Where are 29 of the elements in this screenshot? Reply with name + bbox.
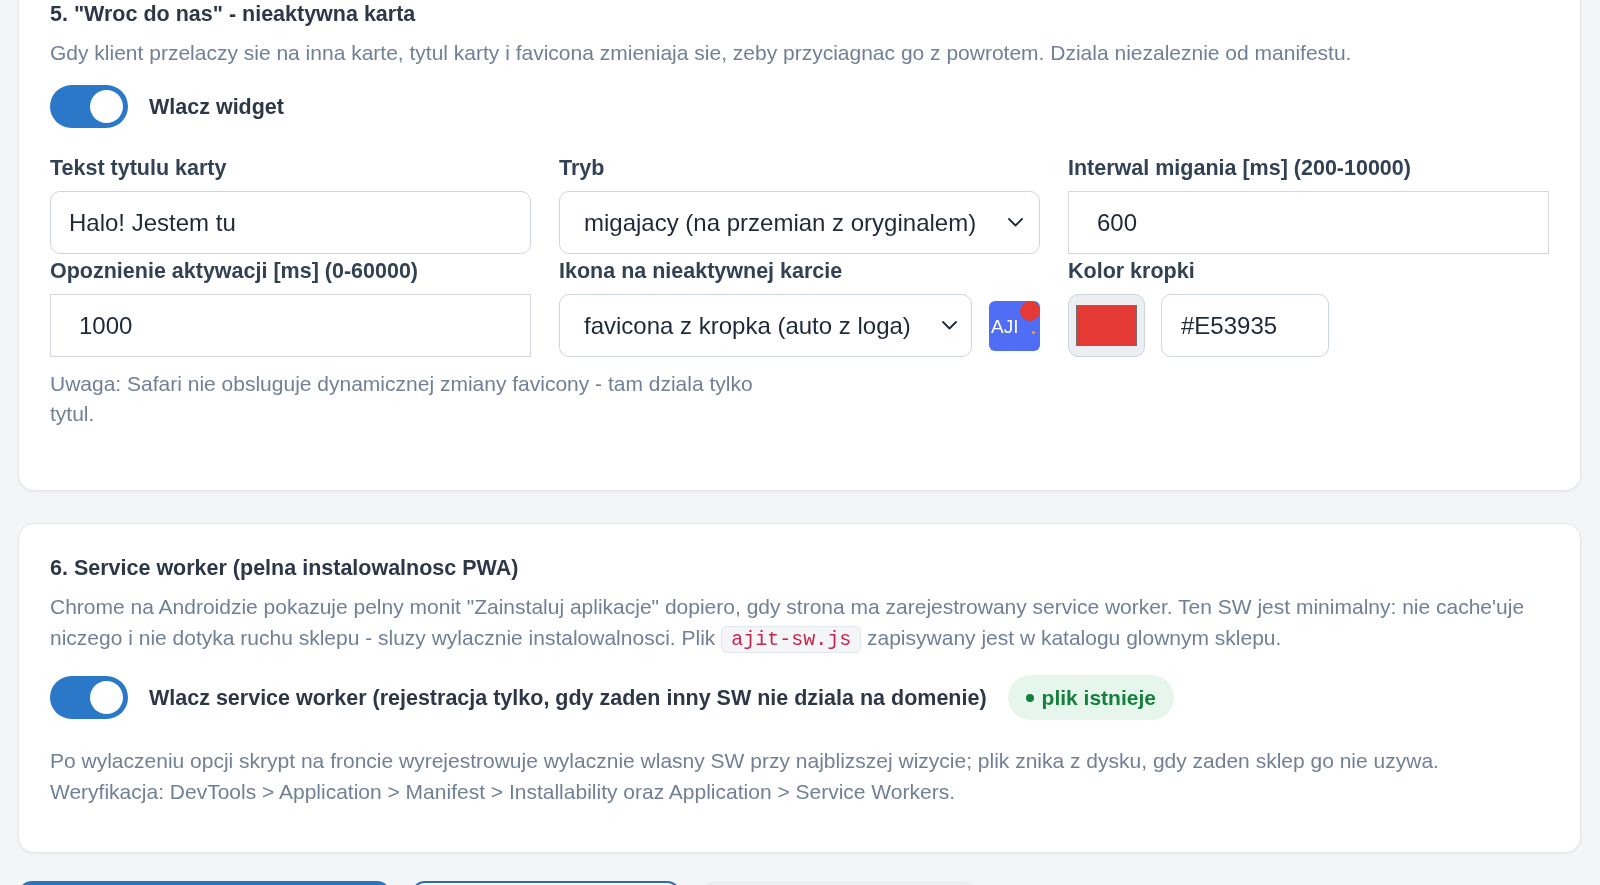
number-input-field[interactable]: 600 (1068, 191, 1549, 254)
select-dropdown[interactable]: migajacy (na przemian z oryginalem) (559, 191, 1040, 254)
badge-label: plik istnieje (1041, 684, 1156, 711)
toggle-label: Wlacz service worker (rejestracja tylko, gdy zaden inny SW nie dziala na domenie) (149, 684, 987, 712)
field-label: Ikona na nieaktywnej karcie (559, 258, 844, 285)
toggle-switch[interactable] (50, 676, 128, 719)
code-snippet: ajit-sw.js (721, 626, 862, 653)
section-title: 6. Service worker (pelna instalowalnosc PWA) (50, 555, 520, 582)
field-label: Interwal migania [ms] (200-10000) (1068, 155, 1412, 182)
text-input-field[interactable]: Halo! Jestem tu (50, 191, 531, 254)
color-swatch-icon (1076, 305, 1137, 346)
toggle-switch[interactable] (50, 85, 128, 128)
chevron-down-icon (942, 321, 957, 330)
chevron-down-icon (1008, 218, 1023, 227)
section-title: 5. "Wroc do nas" - nieaktywna karta (50, 1, 417, 28)
favicon-preview: AJI (989, 300, 1040, 351)
note-text: Po wylaczeniu opcji skrypt na froncie wyrejestrowuje wylacznie wlasny SW przy najblizszej wizycie; plik znika z dysku, gdy zaden sklep go nie uzywa. Weryfikacja: DevTools > Application > Manifest > Installability oraz Application > Service Workers. (50, 748, 1440, 805)
field-label: Kolor kropki (1068, 258, 1196, 285)
toggle-label: Wlacz widget (149, 93, 284, 121)
select-dropdown[interactable]: favicona z kropka (auto z loga) (559, 294, 972, 357)
field-label: Opoznienie aktywacji [ms] (0-60000) (50, 258, 420, 285)
section-description: Gdy klient przelaczy sie na inna karte, tytul karty i favicona zmieniaja sie, zeby przyciagnac go z powrotem. Dziala niezaleznie od manifestu. (50, 40, 1353, 66)
note-text: Uwaga: Safari nie obsluguje dynamicznej zmiany favicony - tam dziala tylko tytul. (50, 371, 754, 427)
color-picker[interactable] (1068, 294, 1145, 357)
number-input-field[interactable]: 1000 (50, 294, 531, 357)
field-label: Tekst tytulu karty (50, 155, 228, 182)
hex-input-field[interactable]: #E53935 (1161, 294, 1329, 357)
section-description: Chrome na Androidzie pokazuje pelny monit "Zainstaluj aplikacje" dopiero, gdy strona ma zarejestrowany service worker. Ten SW jest minimalny: nie cache'uje niczego i nie dotyka ruchu sklepu - sluzy wylacznie instalowalnosci. Plik ajit-sw.js zapisywany jest w katalogu glownym sklepu. (50, 594, 1526, 655)
field-label: Tryb (559, 155, 606, 182)
